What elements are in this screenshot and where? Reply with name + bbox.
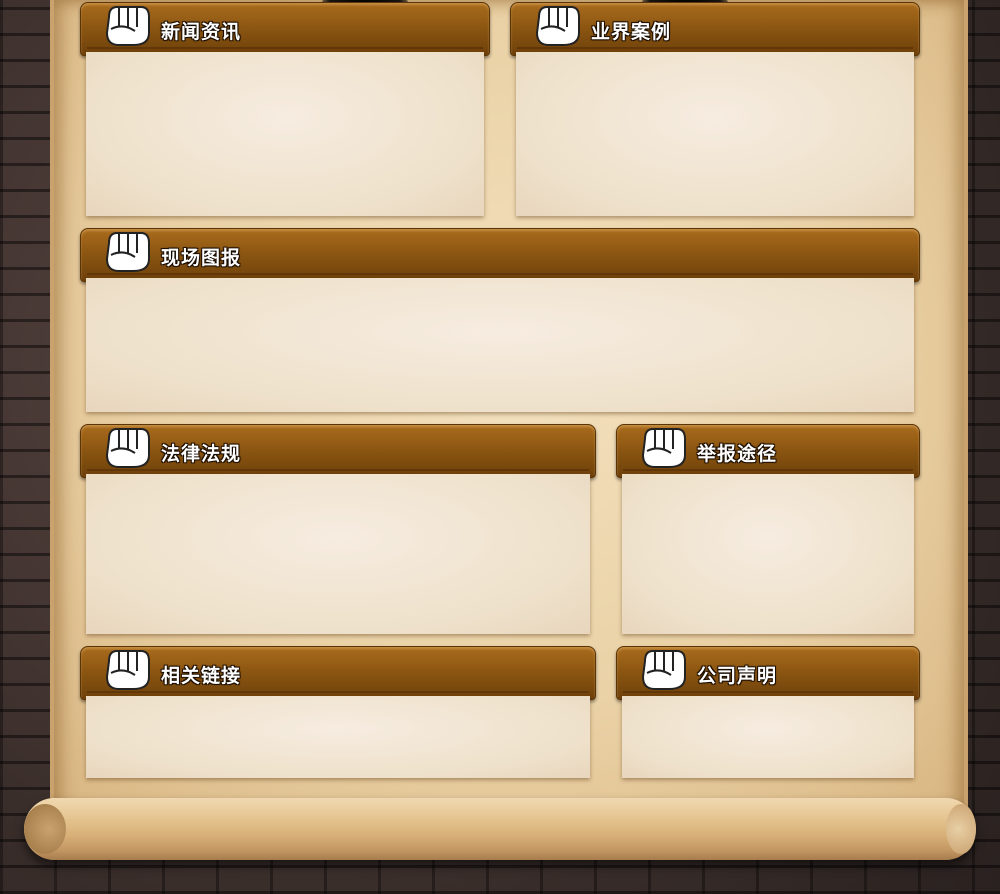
laws-list-panel — [86, 474, 590, 634]
fist-icon — [103, 647, 151, 691]
section-header[interactable]: 公司声明 — [616, 646, 920, 700]
section-header[interactable]: 业界案例 — [510, 2, 920, 56]
section-header[interactable]: 举报途径 — [616, 424, 920, 478]
news-list-panel — [86, 52, 484, 216]
section-title[interactable]: 新闻资讯 — [161, 17, 241, 44]
section-laws: 法律法规 — [80, 424, 596, 634]
section-title[interactable]: 法律法规 — [161, 439, 241, 466]
section-title[interactable]: 业界案例 — [591, 17, 671, 44]
fist-icon — [103, 3, 151, 47]
cases-list-panel — [516, 52, 914, 216]
fist-icon — [639, 425, 687, 469]
section-title[interactable]: 公司声明 — [697, 661, 777, 688]
section-report: 举报途径 — [616, 424, 920, 634]
section-header[interactable]: 现场图报 — [80, 228, 920, 282]
section-photos: 现场图报 — [80, 228, 920, 412]
fist-icon — [103, 425, 151, 469]
section-header[interactable]: 相关链接 — [80, 646, 596, 700]
section-header[interactable]: 新闻资讯 — [80, 2, 490, 56]
links-panel — [86, 696, 590, 778]
section-title[interactable]: 现场图报 — [161, 243, 241, 270]
fist-icon — [639, 647, 687, 691]
fist-icon — [103, 229, 151, 273]
section-cases: 业界案例 — [510, 2, 920, 216]
statement-panel — [622, 696, 914, 778]
section-statement: 公司声明 — [616, 646, 920, 778]
fist-icon — [533, 3, 581, 47]
scroll-bottom-roll — [24, 798, 976, 860]
report-panel — [622, 474, 914, 634]
section-title[interactable]: 举报途径 — [697, 439, 777, 466]
photos-gallery-panel — [86, 278, 914, 412]
section-title[interactable]: 相关链接 — [161, 661, 241, 688]
section-links: 相关链接 — [80, 646, 596, 778]
section-header[interactable]: 法律法规 — [80, 424, 596, 478]
section-news: 新闻资讯 — [80, 2, 490, 216]
